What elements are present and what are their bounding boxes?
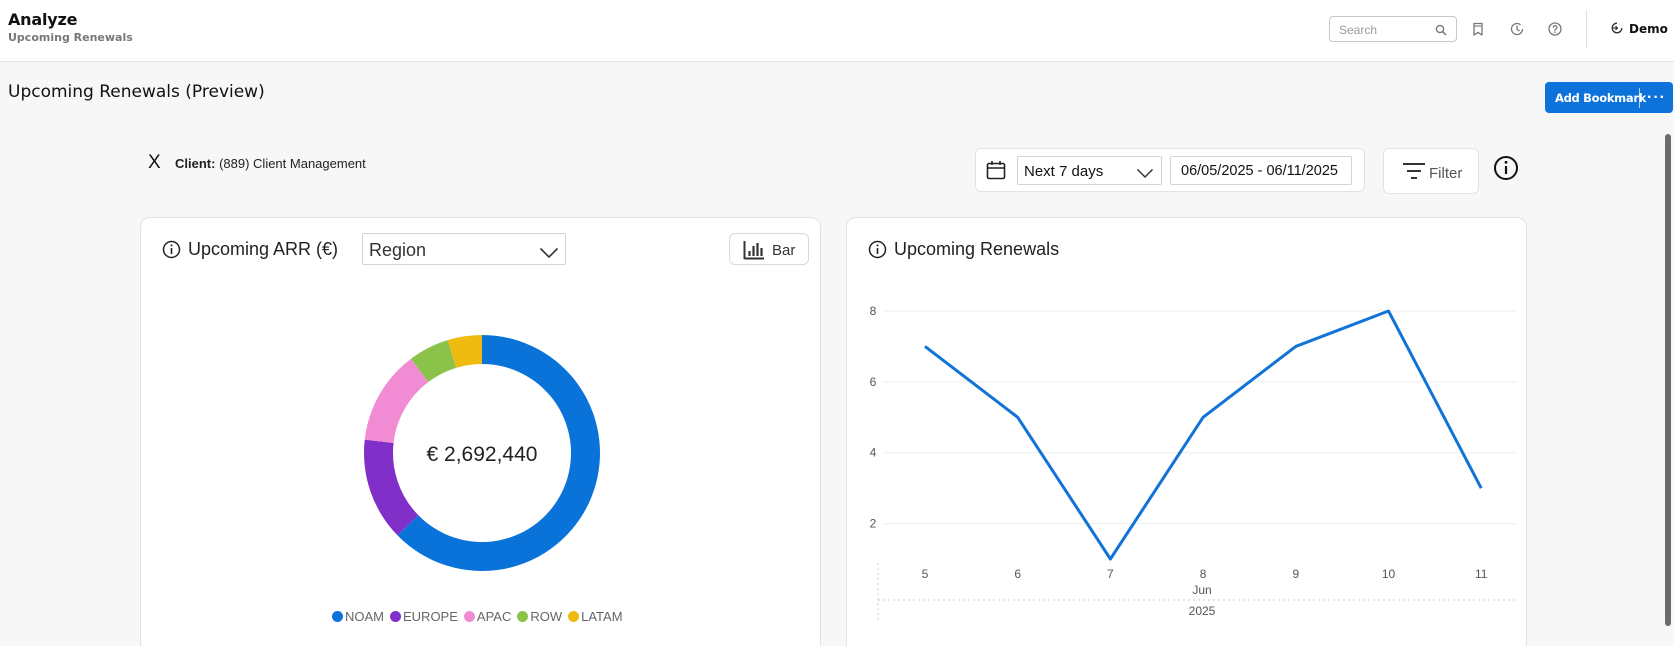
add-bookmark-label[interactable]: Add Bookmark <box>1545 91 1646 105</box>
x-tick-label: 5 <box>922 567 929 581</box>
page-title: Upcoming Renewals (Preview) <box>8 82 265 102</box>
arr-donut-chart: € 2,692,440 <box>364 335 600 571</box>
toolbar-divider <box>1586 10 1587 48</box>
history-icon[interactable] <box>1509 21 1525 37</box>
legend-label: NOAM <box>345 609 384 624</box>
date-range-value: Next 7 days <box>1024 163 1104 180</box>
remove-client-filter-button[interactable]: X <box>148 152 161 174</box>
app-title: Analyze <box>8 10 78 29</box>
legend-item-apac[interactable]: APAC <box>463 609 512 624</box>
info-icon[interactable] <box>1493 155 1519 186</box>
search-input[interactable] <box>1339 21 1434 38</box>
date-filter: Next 7 days 06/05/2025 - 06/11/2025 <box>975 148 1365 192</box>
filter-label: Filter <box>1429 165 1463 182</box>
donut-center-total: € 2,692,440 <box>427 443 538 466</box>
top-bar: Analyze Upcoming Renewals Demo <box>0 0 1674 62</box>
scrollbar-thumb[interactable] <box>1665 134 1671 626</box>
y-tick-label: 6 <box>870 375 877 389</box>
client-filter-value: (889) Client Management <box>219 156 366 171</box>
legend-item-row[interactable]: ROW <box>517 609 562 624</box>
search-icon[interactable] <box>1435 23 1447 41</box>
x-month-label: Jun <box>1192 583 1211 597</box>
y-tick-label: 2 <box>870 517 877 531</box>
filter-icon <box>1402 162 1426 185</box>
calendar-icon[interactable] <box>985 159 1007 186</box>
filter-button[interactable]: Filter <box>1383 148 1479 194</box>
breadcrumb: Upcoming Renewals <box>8 31 133 44</box>
legend-label: LATAM <box>581 609 623 624</box>
donut-legend: NOAM EUROPE APAC ROW LATAM <box>332 609 623 624</box>
renewals-line-chart: 2 4 6 8 5 6 7 8 9 10 11 Jun 2025 <box>870 304 1516 620</box>
date-range-select[interactable]: Next 7 days <box>1017 156 1162 185</box>
client-filter-label: Client: <box>175 156 216 171</box>
x-tick-label: 7 <box>1107 567 1114 581</box>
legend-dot <box>568 611 580 622</box>
x-tick-label: 6 <box>1014 567 1021 581</box>
legend-label: ROW <box>530 609 563 624</box>
legend-dot <box>390 611 401 622</box>
chevron-down-icon <box>1136 166 1154 183</box>
switch-user-icon <box>1610 21 1624 38</box>
legend-dot <box>332 611 343 622</box>
donut-slice-europe[interactable] <box>364 439 419 536</box>
legend-item-noam[interactable]: NOAM <box>332 609 384 624</box>
x-year-label: 2025 <box>1189 604 1216 618</box>
user-name: Demo <box>1629 22 1668 36</box>
legend-item-latam[interactable]: LATAM <box>568 609 623 624</box>
date-range-input[interactable]: 06/05/2025 - 06/11/2025 <box>1170 156 1352 185</box>
legend-dot <box>517 611 529 622</box>
donut-slice-apac[interactable] <box>364 358 429 443</box>
upcoming-renewals-card: Upcoming Renewals 2 4 6 8 5 6 7 8 9 10 11 Jun 2025 <box>846 217 1527 646</box>
search-box[interactable] <box>1329 16 1457 42</box>
client-filter: Client: (889) Client Management <box>175 156 366 171</box>
x-tick-label: 11 <box>1475 567 1488 581</box>
renewals-series-line <box>924 309 1483 561</box>
legend-item-europe[interactable]: EUROPE <box>390 609 458 624</box>
x-tick-label: 10 <box>1382 567 1396 581</box>
user-menu[interactable]: Demo <box>1610 21 1668 37</box>
bookmark-icon[interactable] <box>1470 21 1486 37</box>
x-tick-label: 8 <box>1200 567 1207 581</box>
y-tick-label: 4 <box>870 446 877 460</box>
more-options-button[interactable]: ··· <box>1640 89 1673 106</box>
add-bookmark-button[interactable]: Add Bookmark ··· <box>1545 82 1673 113</box>
legend-dot <box>463 611 475 622</box>
x-tick-label: 9 <box>1292 567 1299 581</box>
legend-label: EUROPE <box>403 609 458 624</box>
legend-label: APAC <box>476 609 512 624</box>
help-icon[interactable] <box>1547 21 1563 37</box>
upcoming-arr-card: Upcoming ARR (€) Region Bar € 2,692,440 … <box>140 217 821 646</box>
y-tick-label: 8 <box>870 304 877 318</box>
